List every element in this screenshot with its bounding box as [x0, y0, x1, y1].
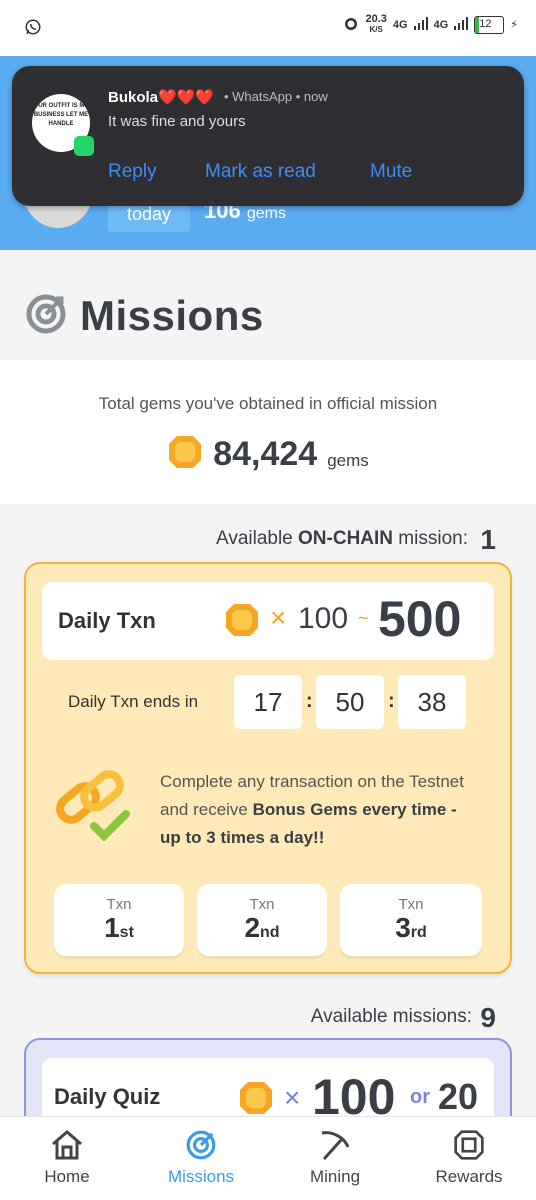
nav-label: Missions: [167, 1167, 235, 1186]
battery-level: 12: [479, 17, 492, 30]
chain-link-icon: [54, 770, 134, 849]
total-gems-label: Total gems you've obtained in official m…: [98, 394, 438, 413]
txn-label: Txn: [106, 896, 132, 913]
reward-multiplier: ×: [270, 602, 287, 633]
txn-number: 2: [244, 912, 261, 943]
signal-bars-icon: [454, 16, 469, 33]
battery-icon: 12: [474, 15, 505, 34]
txn-label: Txn: [249, 896, 275, 913]
notification-message: It was fine and yours: [108, 113, 246, 130]
quiz-reward-b: 20: [438, 1076, 479, 1117]
daily-txn-description: Complete any transaction on the Testnet …: [160, 768, 480, 852]
nav-label: Mining: [309, 1167, 361, 1186]
mute-button[interactable]: Mute: [370, 161, 412, 183]
home-icon: [52, 1130, 82, 1160]
onchain-suffix: mission:: [393, 528, 468, 549]
txn-label: Txn: [398, 896, 424, 913]
gem-icon: [238, 1080, 274, 1121]
status-bar: 20.3 K/S 4G 4G 12 ⚡: [0, 0, 536, 56]
signal-4g-1: 4G: [392, 18, 408, 31]
notification-sender: Bukola❤️❤️❤️: [108, 89, 215, 106]
countdown-minutes: 50: [316, 675, 384, 729]
gem-icon: [224, 602, 260, 643]
txn-slot-2: Txn 2nd: [197, 884, 327, 956]
reward-tilde: ~: [358, 608, 369, 628]
signal-bars-icon: [413, 16, 428, 33]
nav-label: Home: [44, 1167, 90, 1186]
charging-icon: ⚡: [510, 19, 518, 31]
target-icon: [186, 1130, 216, 1160]
whatsapp-badge-icon: [74, 136, 94, 156]
quiz-or: or: [410, 1086, 430, 1108]
total-gems-panel: [0, 360, 536, 504]
txn-number: 1: [104, 912, 120, 943]
txn-slot-3: Txn 3rd: [340, 884, 482, 956]
mark-as-read-button[interactable]: Mark as read: [205, 161, 316, 183]
available-missions-count: 9: [480, 1002, 496, 1033]
missions-heading: Missions: [26, 292, 264, 340]
signal-4g-2: 4G: [433, 18, 449, 31]
total-gems-value: 84,424: [213, 435, 318, 473]
quiz-multiplier: ×: [284, 1082, 301, 1113]
net-speed-unit: K/S: [369, 25, 383, 34]
nav-missions[interactable]: Missions: [134, 1117, 268, 1200]
txn-ordinal: 3rd: [340, 913, 482, 948]
txn-ordinal: 2nd: [197, 913, 327, 948]
txn-suffix: st: [119, 924, 134, 941]
daily-quiz-title: Daily Quiz: [54, 1084, 161, 1109]
avatar-text: OUR OUTFIT IS MY BUSINESS LET ME HANDLE: [33, 103, 89, 127]
gem-icon: [454, 1130, 484, 1160]
countdown-label: Daily Txn ends in: [68, 692, 199, 711]
bottom-nav: Home Missions Mining Rewards: [0, 1116, 536, 1200]
txn-suffix: nd: [260, 924, 280, 941]
countdown-hours: 17: [234, 675, 302, 729]
onchain-mission-count: 1: [480, 524, 496, 555]
txn-suffix: rd: [410, 924, 427, 941]
whatsapp-notification[interactable]: OUR OUTFIT IS MY BUSINESS LET ME HANDLE …: [12, 66, 524, 206]
available-missions-label: Available missions:: [310, 1006, 472, 1027]
page-title: Missions: [80, 292, 264, 339]
alarm-icon: [343, 15, 359, 34]
nav-home[interactable]: Home: [0, 1117, 134, 1200]
total-gems: 84,424 gems: [0, 434, 536, 475]
gem-icon: [167, 434, 203, 475]
reward-min: 100: [298, 602, 349, 635]
onchain-mission-label: Available ON-CHAIN mission:: [216, 528, 468, 550]
onchain-prefix: Available: [215, 528, 299, 549]
countdown-separator: :: [306, 690, 313, 712]
net-speed: 20.3 K/S: [365, 14, 386, 35]
today-gems-unit: gems: [246, 205, 286, 222]
nav-rewards[interactable]: Rewards: [402, 1117, 536, 1200]
notification-meta: • WhatsApp • now: [224, 89, 328, 104]
daily-txn-title: Daily Txn: [58, 608, 156, 633]
net-speed-value: 20.3: [365, 13, 387, 25]
nav-mining[interactable]: Mining: [268, 1117, 402, 1200]
reply-button[interactable]: Reply: [108, 161, 157, 183]
txn-slot-1: Txn 1st: [54, 884, 184, 956]
countdown-separator: :: [388, 690, 395, 712]
txn-number: 3: [395, 912, 411, 943]
onchain-bold: ON-CHAIN: [298, 528, 394, 549]
target-icon: [26, 294, 66, 339]
status-indicators: 20.3 K/S 4G 4G 12 ⚡: [343, 14, 518, 35]
total-gems-unit: gems: [327, 450, 369, 470]
whatsapp-status-icon: [24, 18, 42, 41]
nav-label: Rewards: [435, 1167, 503, 1186]
countdown-seconds: 38: [398, 675, 466, 729]
txn-ordinal: 1st: [54, 913, 184, 948]
pickaxe-icon: [321, 1131, 350, 1161]
reward-max: 500: [378, 591, 462, 647]
